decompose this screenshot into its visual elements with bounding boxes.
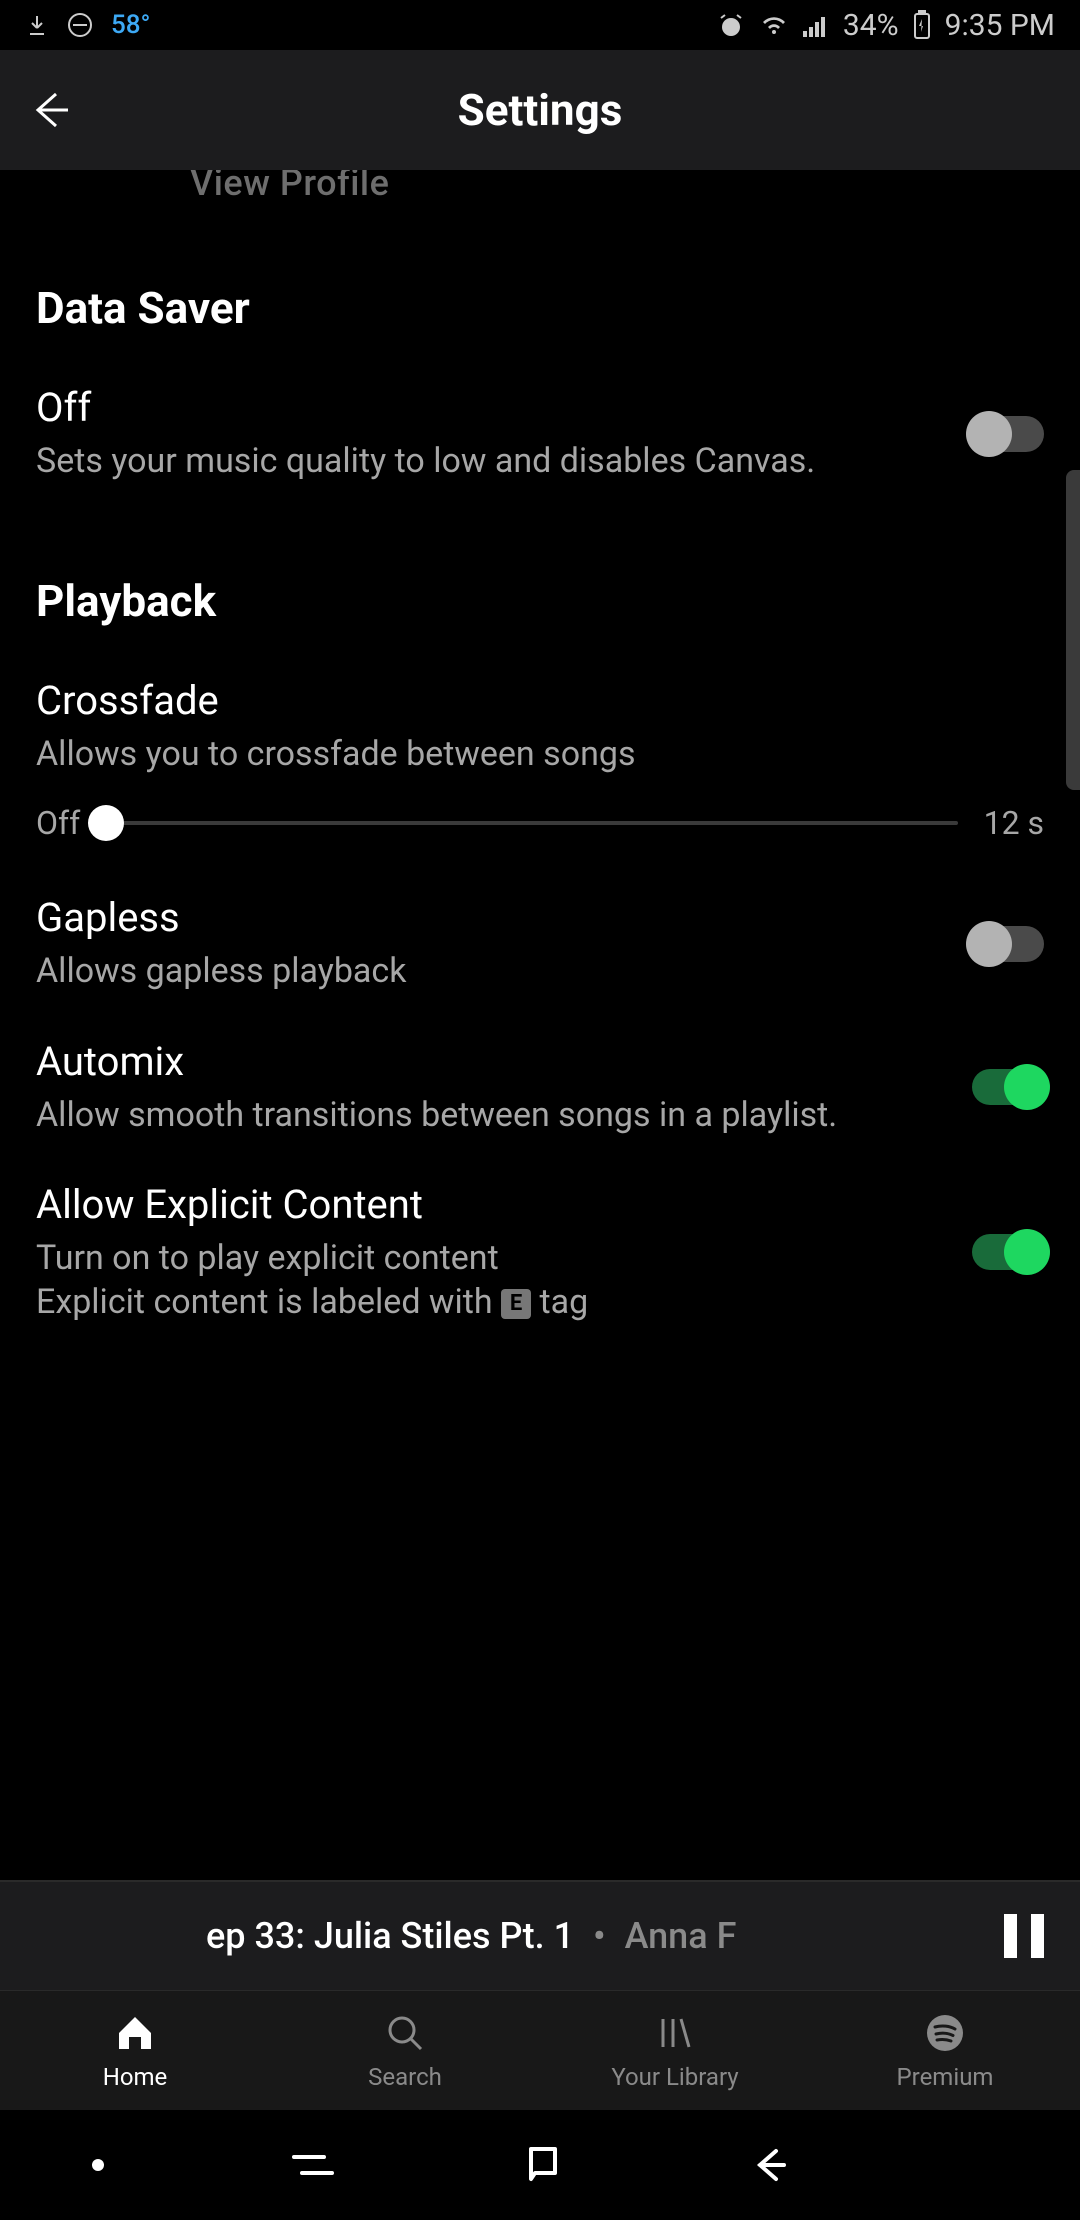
explicit-title: Allow Explicit Content [36,1181,932,1228]
scrollbar-thumb[interactable] [1066,470,1080,790]
page-title: Settings [0,84,1080,136]
explicit-toggle[interactable] [972,1234,1044,1270]
automix-title: Automix [36,1038,932,1085]
section-data-saver: Data Saver [36,282,1044,334]
nav-premium[interactable]: Premium [810,1991,1080,2110]
crossfade-desc: Allows you to crossfade between songs [36,732,1004,776]
nav-search[interactable]: Search [270,1991,540,2110]
section-playback: Playback [36,575,1044,627]
now-playing-artist: Anna F [625,1915,737,1957]
now-playing-text: ep 33: Julia Stiles Pt. 1 • Anna F [36,1915,984,1957]
crossfade-slider-thumb[interactable] [88,805,124,841]
home-icon [115,2011,155,2055]
battery-percent: 34% [843,8,899,43]
do-not-disturb-icon [67,12,93,38]
status-right: 34% 9:35 PM [717,8,1055,43]
search-icon [385,2011,425,2055]
automix-toggle[interactable] [972,1069,1044,1105]
crossfade-off-label: Off [36,804,80,842]
crossfade-slider[interactable] [106,821,957,825]
crossfade-max-label: 12 s [984,804,1044,842]
data-saver-title: Off [36,384,932,431]
data-saver-row[interactable]: Off Sets your music quality to low and d… [0,362,1080,505]
nav-home[interactable]: Home [0,1991,270,2110]
explicit-desc: Turn on to play explicit content Explici… [36,1236,932,1324]
now-playing-track: ep 33: Julia Stiles Pt. 1 [206,1915,574,1957]
automix-desc: Allow smooth transitions between songs i… [36,1093,932,1137]
explicit-row[interactable]: Allow Explicit Content Turn on to play e… [0,1159,1080,1324]
crossfade-slider-row: Off 12 s [0,786,1080,872]
automix-row[interactable]: Automix Allow smooth transitions between… [0,1016,1080,1159]
view-profile-link[interactable]: View Profile [0,170,1080,212]
status-bar: 58° 34% 9:35 PM [0,0,1080,50]
gapless-desc: Allows gapless playback [36,949,932,993]
sys-home[interactable] [521,2143,565,2187]
data-saver-toggle[interactable] [972,416,1044,452]
back-button[interactable] [28,88,72,132]
pause-button[interactable] [1004,1914,1044,1958]
sys-recents[interactable] [288,2145,338,2185]
alarm-icon [717,11,745,39]
crossfade-row: Crossfade Allows you to crossfade betwee… [0,655,1080,786]
clock: 9:35 PM [945,8,1055,43]
signal-icon [803,13,829,37]
gapless-row[interactable]: Gapless Allows gapless playback [0,872,1080,1015]
sys-back[interactable] [748,2143,792,2187]
crossfade-title: Crossfade [36,677,1004,724]
gapless-toggle[interactable] [972,926,1044,962]
status-left: 58° [25,10,151,40]
nav-library[interactable]: Your Library [540,1991,810,2110]
now-playing-bar[interactable]: ep 33: Julia Stiles Pt. 1 • Anna F [0,1880,1080,1990]
data-saver-desc: Sets your music quality to low and disab… [36,439,932,483]
system-nav [0,2110,1080,2220]
temperature: 58° [111,10,151,40]
gapless-title: Gapless [36,894,932,941]
battery-icon [913,10,931,40]
settings-content[interactable]: View Profile Data Saver Off Sets your mu… [0,170,1080,1880]
explicit-badge-icon: E [501,1289,531,1319]
header: Settings [0,50,1080,170]
wifi-icon [759,13,789,37]
download-icon [25,13,49,37]
sys-dot [91,2158,105,2172]
bottom-nav: Home Search Your Library Premium [0,1990,1080,2110]
library-icon [655,2011,695,2055]
now-playing-separator: • [593,1915,606,1957]
spotify-icon [925,2011,965,2055]
